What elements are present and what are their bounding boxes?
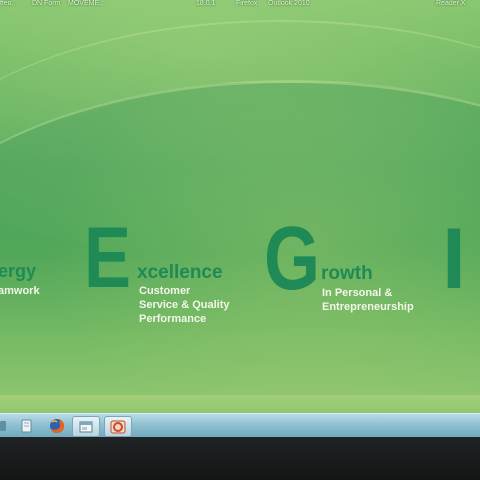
app-window-icon <box>79 421 93 432</box>
value-subtitle-teamwork: amwork <box>0 285 40 297</box>
firefox-icon <box>50 418 65 433</box>
value-subtitle-line: Customer <box>139 285 191 297</box>
windows-icon <box>0 420 6 431</box>
value-subtitle-line: Entrepreneurship <box>322 301 414 313</box>
value-letter-i: I <box>442 211 466 307</box>
value-subtitle-line: In Personal & <box>322 287 393 299</box>
value-word-excellence: xcellence <box>137 262 223 283</box>
value-word-growth: rowth <box>321 263 373 284</box>
value-letter-e: E <box>84 210 132 306</box>
taskbar-item-app[interactable] <box>72 416 100 437</box>
taskbar-item-office[interactable] <box>104 416 132 437</box>
desktop-icon-label[interactable]: MOVEME... <box>68 0 105 7</box>
desktop-screen: ffeo... DN Form MOVEME... 18.0.1 Firefox… <box>0 0 480 418</box>
taskbar-item-firefox[interactable] <box>44 416 70 435</box>
wallpaper-glow <box>0 0 480 418</box>
taskbar-item-explorer[interactable] <box>14 416 40 435</box>
value-word-energy: ergy <box>0 261 37 281</box>
value-letter-g: G <box>264 209 321 309</box>
desktop-icon-label[interactable]: 18.0.1 <box>196 0 215 7</box>
desktop-icon-label[interactable]: DN Form <box>32 0 60 7</box>
desktop-icon-label[interactable]: Reader X <box>436 0 466 7</box>
value-subtitle-line: Performance <box>139 313 207 325</box>
start-button[interactable] <box>0 416 8 435</box>
desktop-icon-label[interactable]: Outlook 2010 <box>268 0 310 7</box>
value-subtitle-line: Service & Quality <box>139 299 230 311</box>
windows-explorer-icon <box>21 419 32 432</box>
office-icon <box>110 420 126 433</box>
desktop-icon-label[interactable]: ffeo... <box>0 0 17 7</box>
taskbar <box>0 413 480 438</box>
monitor-bezel <box>0 437 480 480</box>
desktop-icon-label[interactable]: Firefox <box>236 0 257 7</box>
